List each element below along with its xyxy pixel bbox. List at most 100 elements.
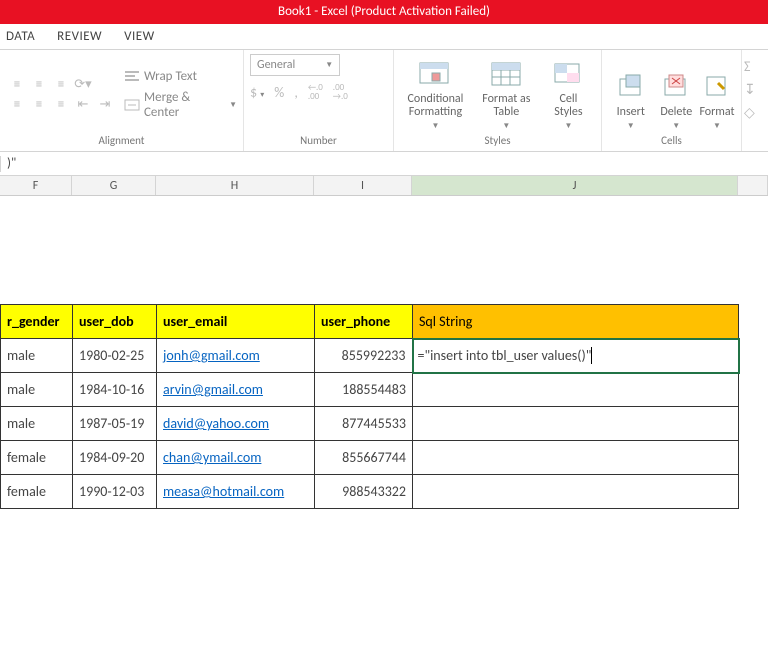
group-styles: Conditional Formatting ▼ Format as Table… — [394, 50, 602, 151]
align-middle-icon[interactable]: ≡ — [28, 75, 50, 93]
chevron-down-icon: ▼ — [627, 121, 635, 131]
data-table: r_gender user_dob user_email user_phone … — [0, 304, 740, 509]
wrap-text-label: Wrap Text — [144, 69, 197, 84]
clear-icon: ◇ — [744, 104, 755, 121]
align-left-icon[interactable]: ≡ — [6, 95, 28, 113]
chevron-down-icon: ▼ — [502, 121, 510, 131]
cell-gender[interactable]: male — [1, 339, 73, 373]
insert-button[interactable]: Insert ▼ — [608, 57, 654, 131]
cell-styles-icon — [550, 57, 586, 91]
cell-dob[interactable]: 1984-10-16 — [73, 373, 157, 407]
cell-email[interactable]: measa@hotmail.com — [157, 475, 315, 509]
clear-button[interactable]: ◇ — [744, 104, 766, 121]
group-number-label: Number — [250, 134, 387, 149]
group-cells-label: Cells — [608, 134, 735, 149]
conditional-formatting-icon — [417, 57, 453, 91]
cell-dob[interactable]: 1980-02-25 — [73, 339, 157, 373]
table-row: male 1987-05-19 david@yahoo.com 87744553… — [1, 407, 739, 441]
header-phone[interactable]: user_phone — [315, 305, 413, 339]
cell-gender[interactable]: male — [1, 373, 73, 407]
tab-data[interactable]: DATA — [6, 29, 35, 44]
align-center-icon[interactable]: ≡ — [28, 95, 50, 113]
col-header-J[interactable]: J — [412, 176, 738, 195]
cell-email[interactable]: david@yahoo.com — [157, 407, 315, 441]
autosum-button[interactable]: Σ — [744, 58, 766, 75]
chevron-down-icon: ▼ — [713, 121, 721, 131]
col-header-H[interactable]: H — [156, 176, 314, 195]
chevron-down-icon: ▼ — [431, 121, 439, 131]
header-gender[interactable]: r_gender — [1, 305, 73, 339]
cell-sql[interactable] — [413, 441, 739, 475]
cell-phone[interactable]: 855992233 — [315, 339, 413, 373]
cell-styles-label: Cell Styles — [554, 93, 582, 119]
ribbon: ≡ ≡ ≡ ⟳▾ ≡ ≡ ≡ ⇤ ⇥ Wrap T — [0, 50, 768, 152]
indent-dec-icon[interactable]: ⇤ — [72, 95, 94, 113]
align-right-icon[interactable]: ≡ — [50, 95, 72, 113]
cell-dob[interactable]: 1987-05-19 — [73, 407, 157, 441]
percent-button[interactable]: % — [274, 84, 284, 101]
cell-email[interactable]: arvin@gmail.com — [157, 373, 315, 407]
merge-center-button[interactable]: Merge & Center ▼ — [124, 90, 237, 120]
format-button[interactable]: Format ▼ — [699, 57, 735, 131]
comma-button[interactable]: , — [294, 84, 298, 101]
decrease-decimal-button[interactable]: .00 →.0 — [333, 84, 348, 100]
cell-phone[interactable]: 188554483 — [315, 373, 413, 407]
cell-gender[interactable]: female — [1, 475, 73, 509]
cell-phone[interactable]: 877445533 — [315, 407, 413, 441]
conditional-formatting-button[interactable]: Conditional Formatting ▼ — [400, 57, 471, 131]
cell-phone[interactable]: 855667744 — [315, 441, 413, 475]
header-dob[interactable]: user_dob — [73, 305, 157, 339]
align-vert-stack: ≡ ≡ ≡ ⟳▾ ≡ ≡ ≡ ⇤ ⇥ — [6, 75, 116, 113]
cell-dob[interactable]: 1984-09-20 — [73, 441, 157, 475]
tab-view[interactable]: VIEW — [124, 29, 155, 44]
window-title: Book1 - Excel (Product Activation Failed… — [278, 4, 490, 19]
col-header-G[interactable]: G — [72, 176, 156, 195]
tab-review[interactable]: REVIEW — [57, 29, 102, 44]
format-cells-icon — [699, 68, 735, 104]
format-label: Format — [699, 106, 734, 119]
format-as-table-button[interactable]: Format as Table ▼ — [471, 57, 542, 131]
header-sql[interactable]: Sql String — [413, 305, 739, 339]
table-row: female 1990-12-03 measa@hotmail.com 9885… — [1, 475, 739, 509]
increase-decimal-button[interactable]: ←.0 .00 — [308, 84, 323, 100]
col-header-F[interactable]: F — [0, 176, 72, 195]
cell-email[interactable]: jonh@gmail.com — [157, 339, 315, 373]
col-header-K[interactable] — [738, 176, 768, 195]
delete-button[interactable]: Delete ▼ — [654, 57, 700, 131]
cell-phone[interactable]: 988543322 — [315, 475, 413, 509]
merge-center-label: Merge & Center — [144, 90, 225, 120]
table-header-row: r_gender user_dob user_email user_phone … — [1, 305, 739, 339]
column-headers: F G H I J — [0, 176, 768, 196]
cell-styles-button[interactable]: Cell Styles ▼ — [542, 57, 595, 131]
wrap-text-button[interactable]: Wrap Text — [124, 68, 237, 84]
chevron-down-icon: ▼ — [229, 100, 237, 110]
indent-inc-icon[interactable]: ⇥ — [94, 95, 116, 113]
formula-bar[interactable]: )" — [0, 152, 768, 176]
number-format-value: General — [257, 55, 295, 75]
cell-sql[interactable] — [413, 475, 739, 509]
cell-gender[interactable]: male — [1, 407, 73, 441]
col-header-I[interactable]: I — [314, 176, 412, 195]
fill-button[interactable]: ↧ — [744, 81, 766, 98]
cell-sql[interactable] — [413, 373, 739, 407]
align-top-icon[interactable]: ≡ — [6, 75, 28, 93]
cell-dob[interactable]: 1990-12-03 — [73, 475, 157, 509]
align-bottom-icon[interactable]: ≡ — [50, 75, 72, 93]
worksheet-area[interactable]: r_gender user_dob user_email user_phone … — [0, 196, 768, 662]
number-format-select[interactable]: General ▼ — [250, 54, 340, 76]
formula-bar-text: )" — [7, 156, 16, 171]
group-cells: Insert ▼ Delete ▼ Format ▼ Cells — [602, 50, 742, 151]
table-row: male 1980-02-25 jonh@gmail.com 855992233… — [1, 339, 739, 373]
cell-sql-editing[interactable]: ="insert into tbl_user values()" — [413, 339, 739, 373]
format-as-table-label: Format as Table — [482, 93, 530, 119]
header-email[interactable]: user_email — [157, 305, 315, 339]
cell-email[interactable]: chan@ymail.com — [157, 441, 315, 475]
currency-button[interactable]: $ ▾ — [250, 84, 264, 101]
chevron-down-icon: ▼ — [325, 55, 333, 75]
title-bar: Book1 - Excel (Product Activation Failed… — [0, 0, 768, 24]
ribbon-tabs: DATA REVIEW VIEW — [0, 24, 768, 50]
cell-sql[interactable] — [413, 407, 739, 441]
conditional-formatting-label: Conditional Formatting — [407, 93, 463, 119]
orientation-icon[interactable]: ⟳▾ — [72, 75, 94, 93]
cell-gender[interactable]: female — [1, 441, 73, 475]
